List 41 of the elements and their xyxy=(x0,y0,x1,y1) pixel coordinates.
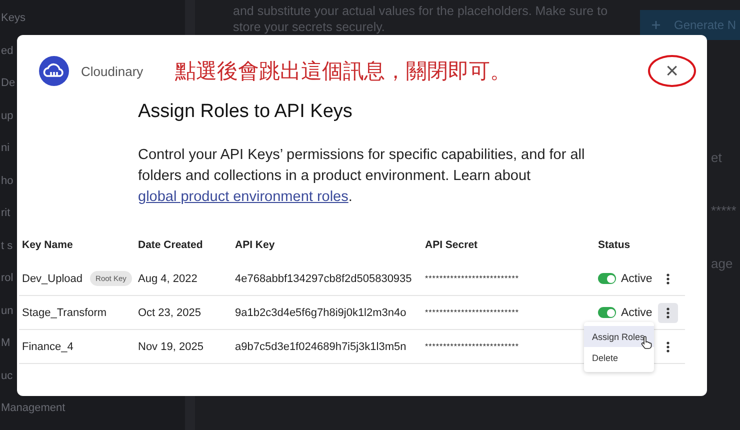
date-cell-text: Oct 23, 2025 xyxy=(138,306,202,318)
status-toggle[interactable] xyxy=(598,273,616,284)
roles-link[interactable]: global product environment roles xyxy=(138,189,348,205)
column-header: API Secret xyxy=(425,239,479,251)
date-cell-text: Nov 19, 2025 xyxy=(138,340,204,352)
column-header: Key Name xyxy=(22,239,74,251)
api-secret-cell-text: ************************** xyxy=(425,342,520,351)
more-icon xyxy=(666,272,670,284)
api-secret-cell-text: ************************** xyxy=(425,308,520,317)
date-cell-text: Aug 4, 2022 xyxy=(138,272,198,284)
plus-icon xyxy=(652,21,660,29)
more-icon xyxy=(666,306,670,318)
column-header: Status xyxy=(598,239,632,251)
column-header: Date Created xyxy=(138,239,204,251)
api-key-cell-text: 9a1b2c3d4e5f6g7h8i9j0k1l2m3n4o xyxy=(235,306,408,318)
dialog-description: Control your API Keys’ permissions for specific capabilities, and for all folders and collections in a product environment. Learn about global product environment roles. xyxy=(138,146,586,207)
menu-item[interactable]: Assign Roles xyxy=(584,326,654,347)
more-button[interactable] xyxy=(658,302,678,322)
menu-item[interactable]: Delete xyxy=(584,347,654,368)
cloud-logo-icon xyxy=(39,56,69,86)
background-text: age xyxy=(711,256,733,271)
background-text: et xyxy=(711,150,722,165)
key-name: Dev_Upload xyxy=(22,272,83,284)
column-header: API Key xyxy=(235,239,276,251)
background-text: ***** xyxy=(711,203,736,218)
more-icon xyxy=(666,340,670,352)
status-label: Active xyxy=(621,272,652,284)
status-label: Active xyxy=(621,306,652,318)
api-key-cell-text: a9b7c5d3e1f024689h7i5j3k1l3m5n xyxy=(235,340,408,352)
api-secret-cell-text: ************************** xyxy=(425,274,520,283)
close-button[interactable]: × xyxy=(662,60,682,82)
sidebar-item[interactable]: Management xyxy=(0,399,185,430)
key-name: Stage_Transform xyxy=(22,306,107,318)
api-key-cell-text: 4e768abbf134297cb8f2d505830935 xyxy=(235,272,413,284)
notice-text: store your secrets securely. xyxy=(233,19,386,35)
notice-text: and substitute your actual values for the placeholders. Make sure to xyxy=(233,3,608,19)
dialog-title: Assign Roles to API Keys xyxy=(138,101,354,123)
annotation-text: 點選後會跳出這個訊息，關閉即可。 xyxy=(175,59,512,85)
brand-name: Cloudinary xyxy=(81,64,144,78)
key-name: Finance_4 xyxy=(22,340,74,352)
status-toggle[interactable] xyxy=(598,307,616,318)
